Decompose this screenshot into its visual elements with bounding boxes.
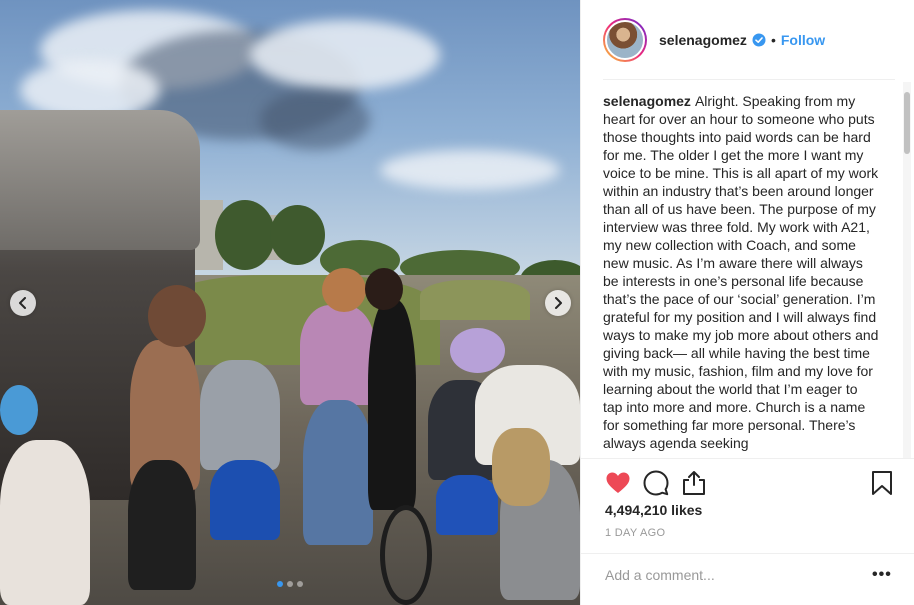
chevron-right-icon [555,297,562,309]
person [128,460,196,590]
post-side-panel: selenagomez • Follow selenagomez Alright.… [580,0,914,605]
carousel-dot [287,581,293,587]
caption-username-link[interactable]: selenagomez [603,93,691,109]
chevron-left-icon [19,297,26,309]
caption-text: Alright. Speaking from my heart for over… [603,93,879,451]
share-button[interactable] [681,470,707,496]
person [368,300,416,510]
carousel-next-button[interactable] [545,290,571,316]
divider [581,553,914,554]
caption-container[interactable]: selenagomez Alright. Speaking from my hea… [603,92,879,458]
post-header: selenagomez • Follow [581,0,914,80]
divider [603,79,895,80]
comment-icon [643,470,669,496]
heart-icon [606,472,630,493]
avatar[interactable] [603,18,647,62]
username-link[interactable]: selenagomez [659,32,747,48]
tree [270,205,325,265]
caption: selenagomez Alright. Speaking from my hea… [603,92,879,452]
divider [581,458,914,459]
post-timestamp: 1 DAY AGO [605,527,666,539]
comment-input[interactable] [605,565,855,585]
shack-roof [0,110,200,250]
cloud [250,20,440,90]
carousel-prev-button[interactable] [10,290,36,316]
more-options-button[interactable]: ••• [872,566,892,584]
tree [215,200,275,270]
bicycle-wheel [380,505,432,605]
verified-badge-icon [752,33,766,47]
person [210,460,280,540]
comment-button[interactable] [643,470,669,496]
person-head [0,385,38,435]
header-separator: • [770,32,776,48]
person-head [492,428,550,506]
follow-button[interactable]: Follow [781,32,825,48]
person [300,305,375,405]
share-icon [683,471,705,495]
grass [420,280,530,320]
person-head [322,268,366,312]
avatar-image [605,20,645,60]
save-button[interactable] [869,470,895,496]
scrollbar-thumb[interactable] [904,92,910,154]
cloud [380,150,560,190]
cloud [260,90,370,150]
person-head [365,268,403,310]
bookmark-icon [872,471,892,495]
person [200,360,280,470]
post-photo[interactable] [0,0,580,605]
caption-scrollbar[interactable] [903,82,911,458]
person-head [450,328,505,373]
carousel-dot [297,581,303,587]
person [436,475,498,535]
carousel-dot-active [277,581,283,587]
person [303,400,373,545]
like-button[interactable] [605,470,631,496]
carousel-indicator [0,581,580,587]
person-head [148,285,206,347]
likes-count[interactable]: 4,494,210 likes [605,502,702,518]
action-bar [605,470,895,496]
